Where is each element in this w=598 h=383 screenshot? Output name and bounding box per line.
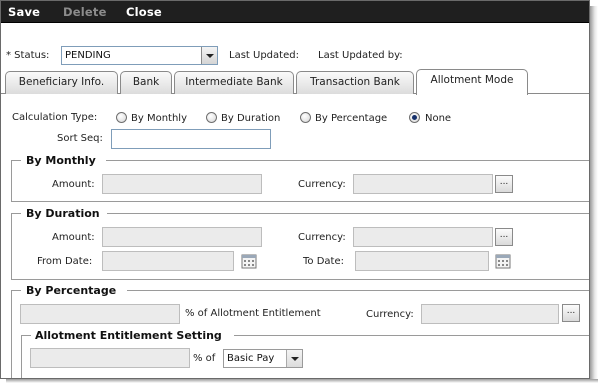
allotment-entitlement-setting-title: Allotment Entitlement Setting	[35, 329, 222, 342]
last-updated-label: Last Updated:	[229, 50, 299, 61]
close-button[interactable]: Close	[126, 5, 162, 19]
tab-bank[interactable]: Bank	[120, 71, 172, 94]
by-percentage-title: By Percentage	[26, 284, 117, 297]
duration-amount-label: Amount:	[52, 232, 95, 243]
chevron-down-icon[interactable]	[286, 350, 302, 367]
tab-beneficiary-info[interactable]: Beneficiary Info.	[5, 71, 118, 94]
sort-seq-label: Sort Seq:	[57, 133, 103, 144]
radio-none-label: None	[425, 113, 452, 124]
fieldset-border	[11, 290, 12, 378]
radio-by-percentage-label: By Percentage	[315, 113, 388, 124]
window-shadow-right	[590, 6, 598, 383]
percentage-currency-lookup-button[interactable]: ...	[562, 304, 580, 322]
tab-intermediate-bank[interactable]: Intermediate Bank	[174, 71, 294, 94]
monthly-amount-input[interactable]	[102, 174, 262, 194]
fieldset-border	[106, 160, 589, 161]
duration-currency-label: Currency:	[298, 232, 346, 243]
status-label: * Status:	[6, 50, 50, 61]
delete-button[interactable]: Delete	[63, 5, 107, 19]
sort-seq-input[interactable]	[111, 129, 271, 149]
duration-currency-lookup-button[interactable]: ...	[495, 228, 513, 246]
radio-by-monthly[interactable]	[116, 112, 127, 123]
to-date-input[interactable]	[355, 251, 489, 271]
by-duration-title: By Duration	[26, 207, 100, 220]
toolbar: Save Delete Close	[1, 1, 589, 23]
radio-by-percentage[interactable]	[300, 112, 311, 123]
monthly-currency-label: Currency:	[298, 179, 346, 190]
from-date-input[interactable]	[102, 251, 234, 271]
fieldset-border	[11, 279, 589, 280]
radio-by-duration[interactable]	[206, 112, 217, 123]
tab-bar: Beneficiary Info. Bank Intermediate Bank…	[1, 69, 589, 95]
duration-currency-input[interactable]	[353, 227, 493, 247]
monthly-amount-label: Amount:	[52, 179, 95, 190]
percentage-currency-input[interactable]	[421, 304, 559, 324]
fieldset-border	[21, 335, 31, 336]
chevron-down-icon[interactable]	[201, 47, 217, 64]
calendar-icon[interactable]	[495, 253, 511, 269]
monthly-currency-lookup-button[interactable]: ...	[495, 175, 513, 193]
fieldset-border	[127, 290, 589, 291]
window-shadow-bottom	[6, 379, 598, 383]
radio-by-monthly-label: By Monthly	[131, 113, 187, 124]
entitlement-percentage-input[interactable]	[30, 348, 190, 368]
entitlement-basis-value: Basic Pay	[227, 353, 275, 364]
fieldset-border	[21, 335, 22, 378]
monthly-currency-input[interactable]	[353, 174, 493, 194]
fieldset-border	[11, 160, 21, 161]
allotment-form-window: Save Delete Close * Status: PENDING Last…	[0, 0, 590, 379]
entitlement-basis-select[interactable]: Basic Pay	[223, 349, 303, 368]
tab-allotment-mode[interactable]: Allotment Mode	[416, 69, 528, 95]
by-monthly-title: By Monthly	[26, 154, 96, 167]
duration-amount-input[interactable]	[102, 227, 262, 247]
to-date-label: To Date:	[303, 256, 344, 267]
fieldset-border	[11, 160, 12, 201]
radio-none[interactable]	[409, 112, 420, 123]
tab-transaction-bank[interactable]: Transaction Bank	[296, 71, 414, 94]
fieldset-border	[11, 213, 21, 214]
calculation-type-label: Calculation Type:	[12, 112, 98, 123]
status-value: PENDING	[65, 50, 111, 61]
from-date-label: From Date:	[37, 256, 93, 267]
status-select[interactable]: PENDING	[61, 46, 218, 65]
percentage-currency-label: Currency:	[366, 309, 414, 320]
fieldset-border	[234, 335, 589, 336]
percentage-input[interactable]	[20, 304, 180, 324]
radio-by-duration-label: By Duration	[221, 113, 281, 124]
save-button[interactable]: Save	[8, 5, 40, 19]
percentage-of-entitlement-label: % of Allotment Entitlement	[185, 308, 321, 319]
fieldset-border	[11, 290, 21, 291]
fieldset-border	[11, 213, 12, 279]
fieldset-border	[107, 213, 589, 214]
fieldset-border	[11, 201, 589, 202]
percent-of-label: % of	[193, 353, 216, 364]
last-updated-by-label: Last Updated by:	[318, 50, 403, 61]
calendar-icon[interactable]	[241, 253, 257, 269]
